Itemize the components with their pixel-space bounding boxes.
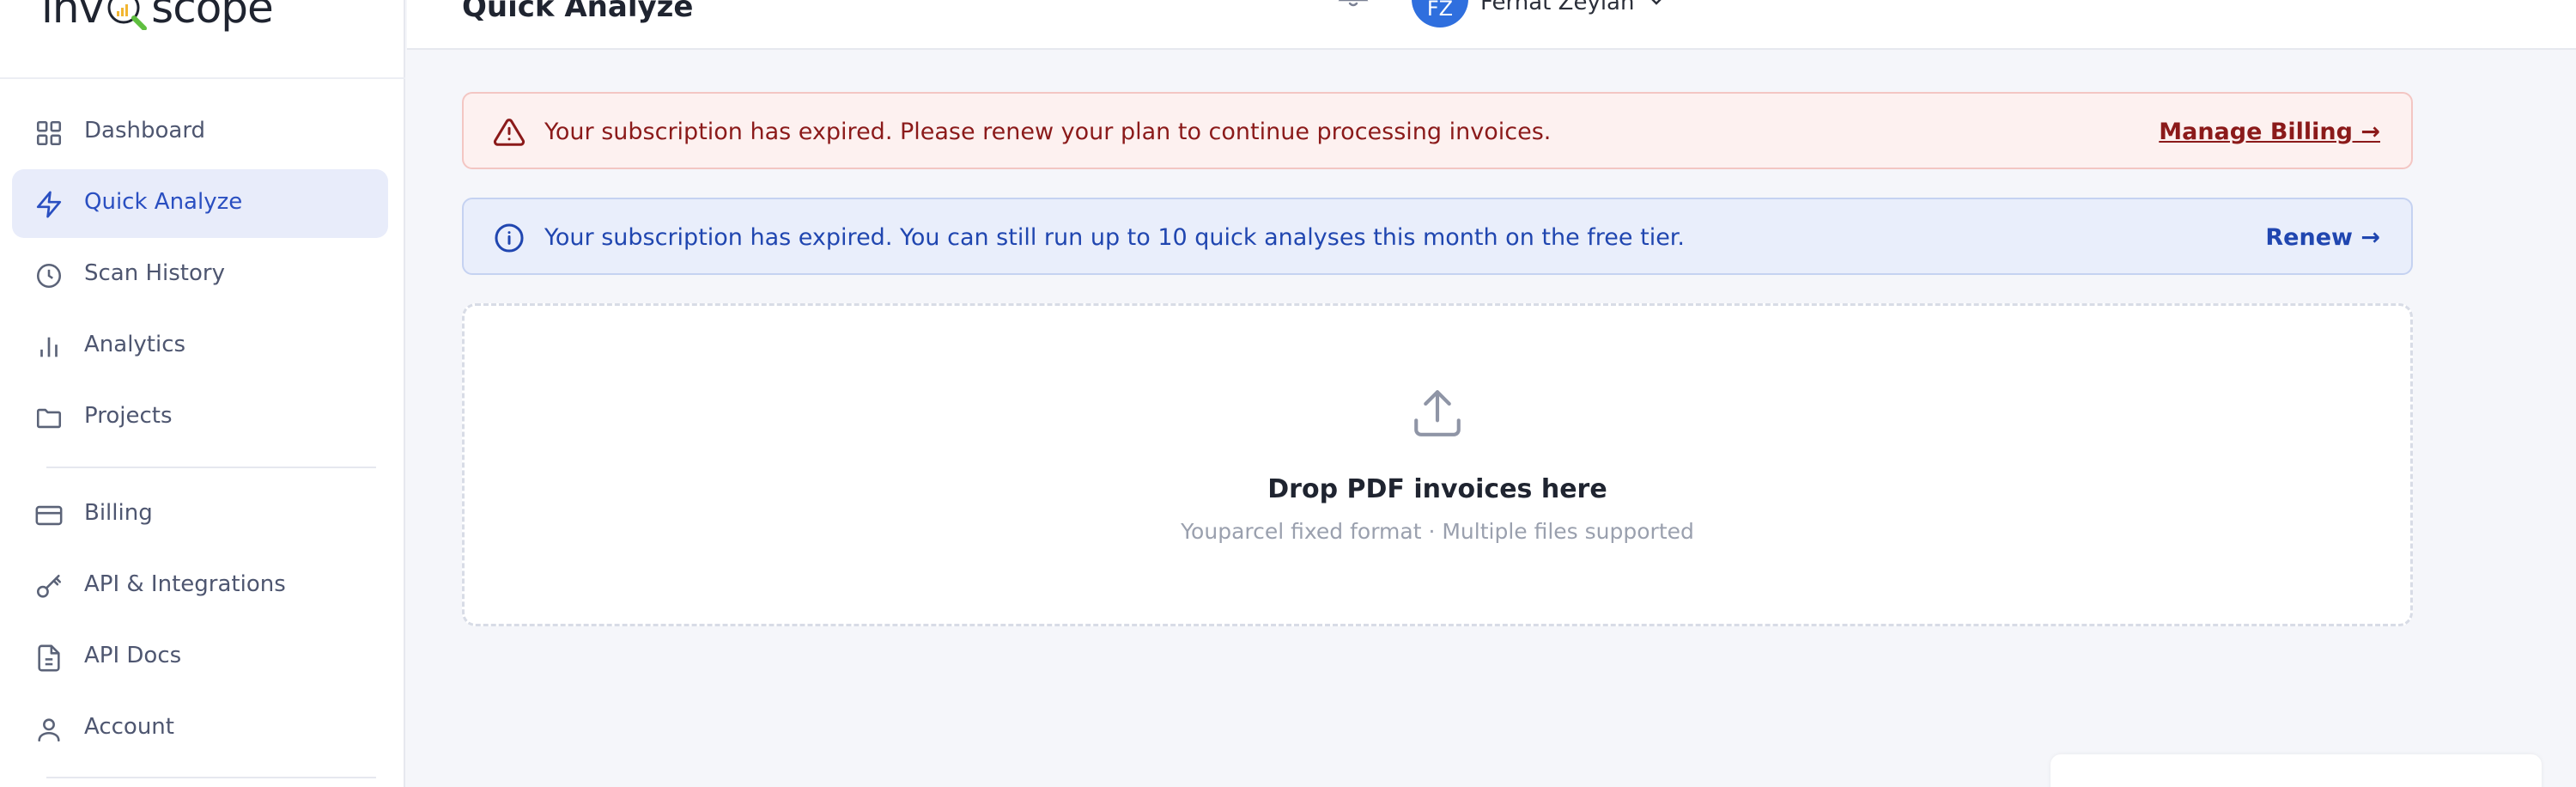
sidebar-item-label: Scan History: [84, 260, 225, 286]
sidebar-item-label: Account: [84, 714, 174, 740]
avatar[interactable]: FZ: [1412, 0, 1468, 27]
top-header: Quick Analyze FZ Ferhat Zeylan: [407, 0, 2576, 50]
sidebar-item-quick-analyze[interactable]: Quick Analyze: [12, 169, 388, 238]
sidebar-item-analytics[interactable]: Analytics: [12, 312, 388, 381]
nav-divider: [46, 777, 376, 778]
app-logo[interactable]: inv scope: [41, 0, 274, 38]
bolt-icon: [34, 190, 64, 219]
sidebar-item-api-docs[interactable]: API Docs: [12, 623, 388, 692]
user-name[interactable]: Ferhat Zeylan: [1480, 0, 1634, 15]
logo-divider: [0, 77, 405, 79]
dropzone-title: Drop PDF invoices here: [1267, 474, 1607, 504]
clock-icon: [34, 261, 64, 290]
sidebar-item-label: Projects: [84, 403, 173, 429]
sidebar-item-api-integrations[interactable]: API & Integrations: [12, 552, 388, 620]
grid-icon: [34, 119, 64, 148]
sidebar-item-label: Analytics: [84, 332, 186, 357]
sidebar: inv scope Dashboard Quick Analyze Scan H…: [0, 0, 405, 787]
sidebar-item-label: Dashboard: [84, 118, 206, 143]
nav-divider: [46, 467, 376, 468]
manage-billing-link[interactable]: Manage Billing →: [2159, 119, 2380, 145]
chevron-down-icon[interactable]: [1647, 0, 1666, 10]
sidebar-item-label: Quick Analyze: [84, 189, 243, 215]
page-title: Quick Analyze: [462, 0, 694, 24]
logo-text-right: scope: [151, 0, 274, 33]
sidebar-item-scan-history[interactable]: Scan History: [12, 241, 388, 309]
renew-link[interactable]: Renew →: [2265, 224, 2380, 251]
warning-triangle-icon: [493, 116, 526, 149]
pdf-dropzone[interactable]: Drop PDF invoices here Youparcel fixed f…: [462, 303, 2413, 626]
free-tier-info-banner: Your subscription has expired. You can s…: [462, 198, 2413, 275]
sidebar-item-label: API & Integrations: [84, 571, 286, 597]
subscription-expired-alert: Your subscription has expired. Please re…: [462, 92, 2413, 169]
logo-text-left: inv: [41, 0, 104, 33]
upload-icon: [1409, 385, 1466, 442]
info-message: Your subscription has expired. You can s…: [544, 224, 1686, 251]
sidebar-item-account[interactable]: Account: [12, 694, 388, 763]
bar-chart-icon: [34, 332, 64, 362]
info-circle-icon: [493, 222, 526, 254]
alert-message: Your subscription has expired. Please re…: [544, 119, 1552, 145]
sidebar-item-label: Billing: [84, 500, 153, 526]
user-icon: [34, 715, 64, 744]
document-icon: [34, 644, 64, 673]
sidebar-item-dashboard[interactable]: Dashboard: [12, 98, 388, 167]
key-icon: [34, 572, 64, 601]
bell-icon[interactable]: [1336, 0, 1370, 14]
credit-card-icon: [34, 501, 64, 530]
sidebar-item-label: API Docs: [84, 643, 182, 668]
magnifier-logo-icon: [105, 0, 149, 31]
sidebar-item-projects[interactable]: Projects: [12, 383, 388, 452]
folder-icon: [34, 404, 64, 433]
floating-panel: [2050, 754, 2542, 787]
sidebar-item-billing[interactable]: Billing: [12, 480, 388, 549]
dropzone-subtitle: Youparcel fixed format · Multiple files …: [1181, 519, 1694, 544]
